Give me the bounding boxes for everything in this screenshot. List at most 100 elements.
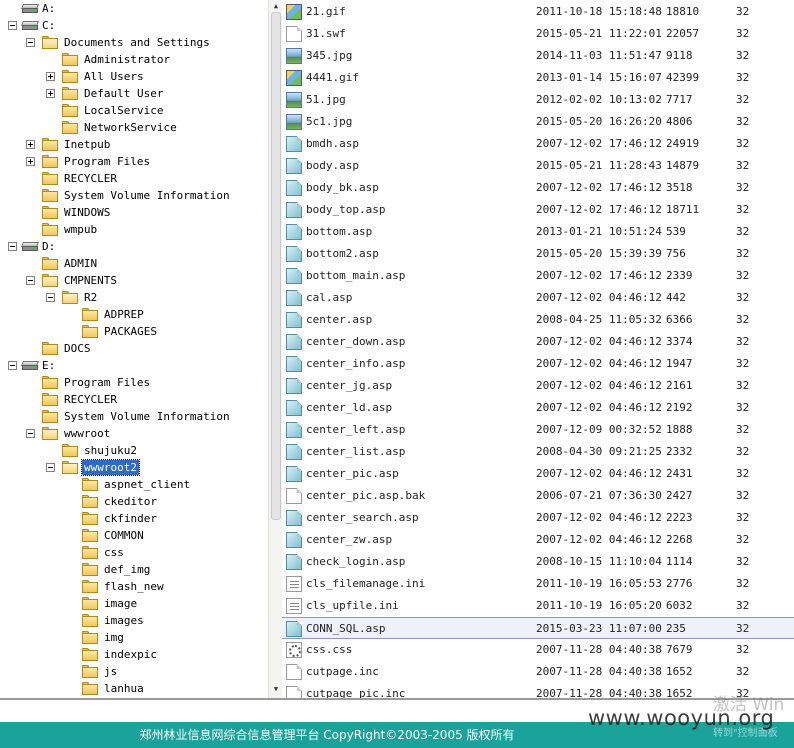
file-row[interactable]: check_login.asp 2008-10-15 11:10:04 1114 32 [282,551,794,573]
file-row[interactable]: 31.swf 2015-05-21 11:22:01 22057 32 [282,23,794,45]
scrollbar-thumb[interactable] [271,12,281,520]
tree-folder-item[interactable]: DOCS [0,340,268,357]
tree-folder-item[interactable]: Program Files [0,374,268,391]
tree-label[interactable]: wwwroot [62,426,112,441]
tree-drive-item[interactable]: D: [0,238,268,255]
tree-label[interactable]: A: [40,1,57,16]
scroll-up-icon[interactable]: ▲ [271,1,281,11]
tree-folder-item[interactable]: images [0,612,268,629]
tree-folder-item[interactable]: WINDOWS [0,204,268,221]
file-row[interactable]: center.asp 2008-04-25 11:05:32 6366 32 [282,309,794,331]
tree-folder-item[interactable]: lanhua [0,680,268,697]
file-name[interactable]: css.css [306,639,352,661]
tree-label[interactable]: image [102,596,139,611]
tree-label-selected[interactable]: wwwroot2 [81,459,140,476]
file-name[interactable]: cutpage.inc [306,661,379,683]
file-row[interactable]: center_list.asp 2008-04-30 09:21:25 2332 32 [282,441,794,463]
file-name[interactable]: cutpage_pic.inc [306,683,405,698]
file-row[interactable]: center_zw.asp 2007-12-02 04:46:12 2268 32 [282,529,794,551]
file-row[interactable]: center_info.asp 2007-12-02 04:46:12 1947 32 [282,353,794,375]
file-list[interactable]: 21.gif 2011-10-18 15:18:48 18810 32 31.swf 20… [282,0,794,698]
file-row[interactable]: cutpage.inc 2007-11-28 04:40:38 1652 32 [282,661,794,683]
collapse-icon[interactable] [8,361,17,370]
tree-label[interactable]: ADPREP [102,307,146,322]
tree-label[interactable]: ADMIN [62,256,99,271]
collapse-icon[interactable] [26,429,35,438]
tree-label[interactable]: Documents and Settings [62,35,212,50]
file-name[interactable]: 21.gif [306,1,346,23]
tree-label[interactable]: E: [40,358,57,373]
tree-drive-item[interactable]: C: [0,17,268,34]
tree-label[interactable]: js [102,664,119,679]
file-row[interactable]: center_pic.asp 2007-12-02 04:46:12 2431 32 [282,463,794,485]
collapse-icon[interactable] [46,293,55,302]
file-name[interactable]: bottom_main.asp [306,265,405,287]
collapse-icon[interactable] [8,21,17,30]
tree-label[interactable]: System Volume Information [62,409,232,424]
file-row[interactable]: css.css 2007-11-28 04:40:38 7679 32 [282,639,794,661]
expand-icon[interactable] [26,140,35,149]
tree-label[interactable]: LocalService [82,103,165,118]
tree-folder-item[interactable]: shujuku2 [0,442,268,459]
file-row[interactable]: bottom.asp 2013-01-21 10:51:24 539 32 [282,221,794,243]
file-name[interactable]: 5c1.jpg [306,111,352,133]
tree-label[interactable]: CMPNENTS [62,273,119,288]
tree-folder-item[interactable]: flash_new [0,578,268,595]
tree-folder-item[interactable]: RECYCLER [0,391,268,408]
tree-folder-item[interactable]: wmpub [0,221,268,238]
tree-label[interactable]: RECYCLER [62,171,119,186]
tree-folder-item[interactable]: wwwroot2 [0,459,268,476]
file-name[interactable]: 51.jpg [306,89,346,111]
tree-folder-item[interactable]: Default User [0,85,268,102]
collapse-icon[interactable] [8,242,17,251]
tree-folder-item[interactable]: LocalService [0,102,268,119]
tree-folder-item[interactable]: NetworkService [0,119,268,136]
file-row[interactable]: center_search.asp 2007-12-02 04:46:12 2223… [282,507,794,529]
tree-folder-item[interactable]: Administrator [0,51,268,68]
file-row[interactable]: 4441.gif 2013-01-14 15:16:07 42399 32 [282,67,794,89]
tree-label[interactable]: ckeditor [102,494,159,509]
tree-folder-item[interactable]: All Users [0,68,268,85]
file-row[interactable]: body_top.asp 2007-12-02 17:46:12 18711 32 [282,199,794,221]
tree-folder-item[interactable]: ADMIN [0,255,268,272]
file-row[interactable]: bottom2.asp 2015-05-20 15:39:39 756 32 [282,243,794,265]
file-row[interactable]: center_down.asp 2007-12-02 04:46:12 3374 32 [282,331,794,353]
file-name[interactable]: bottom2.asp [306,243,379,265]
tree-label[interactable]: wmpub [62,222,99,237]
file-row[interactable]: 345.jpg 2014-11-03 11:51:47 9118 32 [282,45,794,67]
file-row[interactable]: center_jg.asp 2007-12-02 04:46:12 2161 32 [282,375,794,397]
collapse-icon[interactable] [26,38,35,47]
tree-folder-item[interactable]: System Volume Information [0,187,268,204]
file-row-selected[interactable]: CONN_SQL.asp 2015-03-23 11:07:00 235 32 [282,617,794,639]
tree-folder-item[interactable]: ADPREP [0,306,268,323]
collapse-icon[interactable] [46,463,55,472]
tree-label[interactable]: System Volume Information [62,188,232,203]
tree-label[interactable]: Inetpub [62,137,112,152]
tree-label[interactable]: Administrator [82,52,172,67]
file-name[interactable]: body_top.asp [306,199,385,221]
file-row[interactable]: cal.asp 2007-12-02 04:46:12 442 32 [282,287,794,309]
scroll-down-icon[interactable]: ▼ [271,684,281,694]
tree-label[interactable]: flash_new [102,579,166,594]
file-name[interactable]: cls_upfile.ini [306,595,399,617]
tree-label[interactable]: aspnet_client [102,477,192,492]
file-name[interactable]: body.asp [306,155,359,177]
tree-label[interactable]: NetworkService [82,120,179,135]
folder-tree[interactable]: A: C: Documents and Settings Administrator A… [0,0,268,698]
file-row[interactable]: center_ld.asp 2007-12-02 04:46:12 2192 32 [282,397,794,419]
tree-folder-item[interactable]: ckfinder [0,510,268,527]
file-name[interactable]: center_left.asp [306,419,405,441]
tree-folder-item[interactable]: css [0,544,268,561]
file-row[interactable]: body_bk.asp 2007-12-02 17:46:12 3518 32 [282,177,794,199]
file-name[interactable]: center_info.asp [306,353,405,375]
file-name[interactable]: check_login.asp [306,551,405,573]
tree-drive-item[interactable]: A: [0,0,268,17]
tree-folder-item[interactable]: RECYCLER [0,170,268,187]
tree-label[interactable]: def_img [102,562,152,577]
file-row[interactable]: bottom_main.asp 2007-12-02 17:46:12 2339 32 [282,265,794,287]
tree-folder-item[interactable]: image [0,595,268,612]
tree-label[interactable]: Program Files [62,375,152,390]
tree-folder-item[interactable]: def_img [0,561,268,578]
file-row[interactable]: center_pic.asp.bak 2006-07-21 07:36:30 242… [282,485,794,507]
tree-folder-item[interactable]: wwwroot [0,425,268,442]
